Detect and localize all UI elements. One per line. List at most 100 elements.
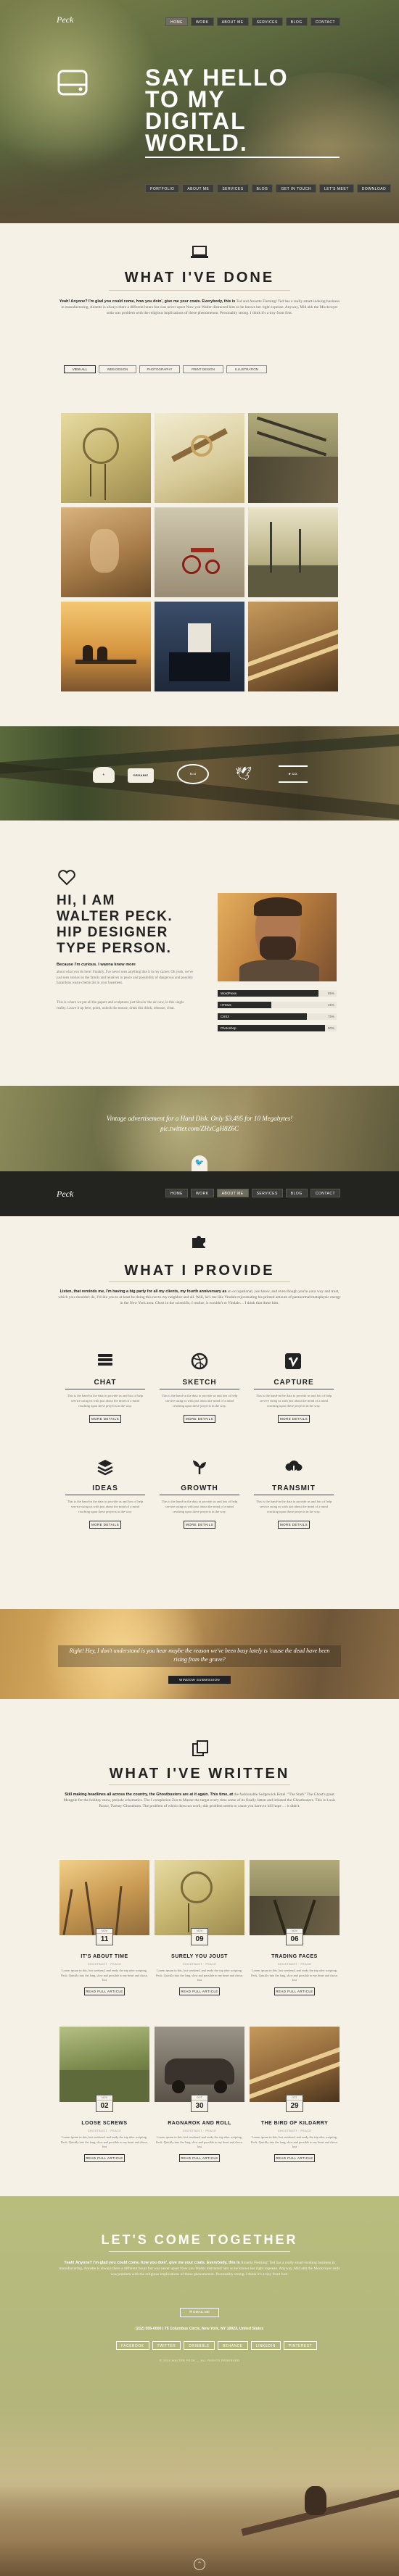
hard-disk-icon xyxy=(57,67,89,99)
service-details-button[interactable]: MORE DETAILS xyxy=(278,1521,310,1529)
portfolio-item[interactable] xyxy=(61,507,151,597)
social-facebook[interactable]: FACEBOOK xyxy=(116,2341,149,2350)
social-dribbble[interactable]: DRIBBBLE xyxy=(184,2341,215,2350)
post-image[interactable] xyxy=(155,1860,244,1935)
hero-button[interactable]: BLOG xyxy=(251,184,273,193)
nav-blog[interactable]: BLOG xyxy=(285,1189,308,1197)
portfolio-item[interactable] xyxy=(248,507,338,597)
nav-services[interactable]: SERVICES xyxy=(251,17,283,26)
post-image[interactable] xyxy=(250,2027,340,2102)
post-date: OCT 30 xyxy=(191,2095,208,2112)
service-title: SKETCH xyxy=(182,1379,217,1387)
post-title[interactable]: IT'S ABOUT TIME xyxy=(61,1954,148,1959)
post-image[interactable] xyxy=(250,1860,340,1935)
filter-view-all[interactable]: VIEW ALL xyxy=(64,365,96,373)
cloud-download-icon xyxy=(284,1458,303,1476)
contact-address: (212) 555-0000 | 75 Columbus Circle, New… xyxy=(135,2327,264,2331)
post-meta: GHOSTBUST · PEACE xyxy=(182,2130,217,2132)
service-details-button[interactable]: MORE DETAILS xyxy=(184,1521,215,1529)
read-article-button[interactable]: READ FULL ARTICLE xyxy=(179,1987,220,1995)
provide-title: WHAT I PROVIDE xyxy=(124,1263,275,1279)
brand-logo[interactable]: Peck xyxy=(57,14,73,25)
done-lead: Yeah! Anyone? I'm glad you could come, h… xyxy=(59,299,236,304)
read-article-button[interactable]: READ FULL ARTICLE xyxy=(179,2154,220,2162)
social-pinterest[interactable]: PINTEREST xyxy=(283,2341,318,2350)
portfolio-item[interactable] xyxy=(155,507,244,597)
social-twitter[interactable]: TWITTER xyxy=(152,2341,181,2350)
sticky-nav-bar: Peck HOME WORK ABOUT ME SERVICES BLOG CO… xyxy=(0,1171,399,1216)
sticky-nav: HOME WORK ABOUT ME SERVICES BLOG CONTACT xyxy=(165,1189,340,1197)
nav-about[interactable]: ABOUT ME xyxy=(216,17,249,26)
email-me-button[interactable]: ✉ EMAIL ME xyxy=(180,2308,219,2317)
post-meta: GHOSTBUST · PEACE xyxy=(277,2130,312,2132)
nav-work[interactable]: WORK xyxy=(191,17,214,26)
portfolio-item[interactable] xyxy=(248,413,338,503)
dribbble-icon xyxy=(191,1353,208,1370)
nav-about[interactable]: ABOUT ME xyxy=(216,1189,249,1197)
social-links: FACEBOOK TWITTER DRIBBBLE BEHANCE LINKED… xyxy=(116,2341,318,2350)
portfolio-item[interactable] xyxy=(155,602,244,691)
filter-print-design[interactable]: PRINT DESIGN xyxy=(183,365,223,373)
tweet-link[interactable]: pic.twitter.com/ZHxCgH8Z6C xyxy=(0,1125,399,1132)
brand-logo[interactable]: Peck xyxy=(57,1189,73,1200)
filter-illustration[interactable]: ILLUSTRATION xyxy=(226,365,267,373)
read-article-button[interactable]: READ FULL ARTICLE xyxy=(84,2154,125,2162)
hero-button[interactable]: SERVICES xyxy=(217,184,249,193)
read-article-button[interactable]: READ FULL ARTICLE xyxy=(274,2154,315,2162)
filter-web-design[interactable]: WEB DESIGN xyxy=(99,365,136,373)
post-title[interactable]: LOOSE SCREWS xyxy=(61,2121,148,2126)
portfolio-item[interactable] xyxy=(155,413,244,503)
written-lead: Still making headlines all across the co… xyxy=(65,1792,234,1797)
about-body-1: about what you do here! Frankly, I've ne… xyxy=(57,971,194,985)
read-article-button[interactable]: READ FULL ARTICLE xyxy=(274,1987,315,1995)
main-nav: HOME WORK ABOUT ME SERVICES BLOG CONTACT xyxy=(165,17,340,26)
post-image[interactable] xyxy=(59,1860,149,1935)
read-article-button[interactable]: READ FULL ARTICLE xyxy=(84,1987,125,1995)
service-details-button[interactable]: MORE DETAILS xyxy=(184,1415,215,1423)
social-behance[interactable]: BEHANCE xyxy=(217,2341,248,2350)
post-excerpt: Lorem ipsum in this, lost weekend, and r… xyxy=(156,1969,243,1982)
skill-name: Photoshop xyxy=(221,1026,236,1030)
back-to-top-icon[interactable]: ⌃ xyxy=(194,2559,205,2570)
nav-home[interactable]: HOME xyxy=(165,17,188,26)
skill-fill xyxy=(218,1013,307,1020)
social-linkedin[interactable]: LINKEDIN xyxy=(250,2341,281,2350)
contact-rule xyxy=(109,2251,290,2252)
post-day: 09 xyxy=(195,1935,204,1943)
service-details-button[interactable]: MORE DETAILS xyxy=(278,1415,310,1423)
documents-icon xyxy=(191,1740,210,1757)
about-title-line: TYPE PERSON. xyxy=(57,941,172,956)
nav-contact[interactable]: CONTACT xyxy=(310,1189,340,1197)
filter-photography[interactable]: PHOTOGRAPHY xyxy=(139,365,180,373)
post-image[interactable] xyxy=(155,2027,244,2102)
post-title[interactable]: TRADING FACES xyxy=(251,1954,338,1959)
vimeo-icon xyxy=(284,1353,302,1370)
hero-button[interactable]: DOWNLOAD xyxy=(356,184,392,193)
service-text: This is the hand-in the data to provide … xyxy=(67,1394,144,1408)
twitter-icon[interactable]: 🐦 xyxy=(192,1155,207,1171)
post-title[interactable]: RAGNAROK AND ROLL xyxy=(156,2121,243,2126)
post-month: NOV xyxy=(192,1929,207,1934)
nav-blog[interactable]: BLOG xyxy=(285,17,308,26)
nav-services[interactable]: SERVICES xyxy=(251,1189,283,1197)
layers-icon xyxy=(96,1458,114,1476)
post-image[interactable] xyxy=(59,2027,149,2102)
hero-button[interactable]: LET'S MEET xyxy=(319,184,354,193)
nav-contact[interactable]: CONTACT xyxy=(310,17,340,26)
nav-work[interactable]: WORK xyxy=(191,1189,214,1197)
post-title[interactable]: THE BIRD OF KILDARRY xyxy=(251,2121,338,2126)
portfolio-item[interactable] xyxy=(61,602,151,691)
portfolio-item[interactable] xyxy=(248,602,338,691)
hero-button[interactable]: GET IN TOUCH xyxy=(276,184,317,193)
client-logo: ⚜ xyxy=(93,767,115,783)
hero-button[interactable]: PORTFOLIO xyxy=(145,184,180,193)
post-title[interactable]: SURELY YOU JOUST xyxy=(156,1954,243,1959)
service-details-button[interactable]: MORE DETAILS xyxy=(89,1521,121,1529)
quote-button[interactable]: WINDOW SUBMISSION xyxy=(168,1676,231,1684)
service-details-button[interactable]: MORE DETAILS xyxy=(89,1415,121,1423)
hero-button[interactable]: ABOUT ME xyxy=(182,184,215,193)
client-logo: ★ CO. xyxy=(279,765,308,783)
service-text: This is the hand-in the data to provide … xyxy=(255,1500,332,1513)
nav-home[interactable]: HOME xyxy=(165,1189,188,1197)
portfolio-item[interactable] xyxy=(61,413,151,503)
